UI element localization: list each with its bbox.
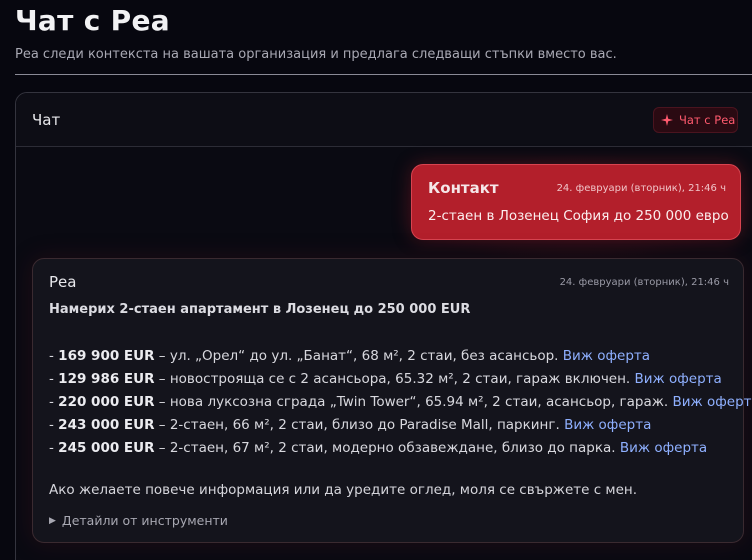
view-offer-link[interactable]: Виж оферта	[563, 348, 650, 364]
offer-bullet: -	[49, 371, 59, 387]
offer-price: 243 000 EUR	[58, 417, 155, 433]
list-item: - 169 900 EUR – ул. „Орел“ до ул. „Банат…	[49, 345, 752, 368]
list-item: - 243 000 EUR – 2-стаен, 66 м², 2 стаи, …	[49, 414, 752, 437]
offer-price: 220 000 EUR	[58, 394, 155, 410]
offer-description: – 2-стаен, 67 м², 2 стаи, модерно обзаве…	[154, 440, 620, 456]
view-offer-link[interactable]: Виж оферта	[620, 440, 707, 456]
offer-description: – ул. „Орел“ до ул. „Банат“, 68 м², 2 ст…	[154, 348, 563, 364]
view-offer-link[interactable]: Виж оферта	[673, 394, 752, 410]
rea-timestamp: 24. февруари (вторник), 21:46 ч	[559, 277, 729, 288]
badge-label: Чат с Реа	[679, 113, 736, 127]
rea-message: Реа 24. февруари (вторник), 21:46 ч Наме…	[32, 258, 752, 543]
tool-details-toggle[interactable]: ▶ Детайли от инструменти	[49, 513, 228, 528]
contact-timestamp: 24. февруари (вторник), 21:46 ч	[556, 183, 726, 194]
contact-message: Контакт 24. февруари (вторник), 21:46 ч …	[411, 164, 741, 240]
rea-closing-text: Ако желаете повече информация или да уре…	[49, 482, 638, 498]
view-offer-link[interactable]: Виж оферта	[564, 417, 651, 433]
list-item: - 220 000 EUR – нова луксозна сграда „Tw…	[49, 391, 752, 414]
offer-bullet: -	[49, 348, 59, 364]
offer-price: 245 000 EUR	[58, 440, 155, 456]
rea-heading: Намерих 2-стаен апартамент в Лозенец до …	[49, 302, 471, 317]
offer-price: 169 900 EUR	[58, 348, 155, 364]
chat-header: Чат Чат с Реа	[16, 93, 752, 147]
triangle-right-icon: ▶	[49, 515, 56, 526]
contact-sender: Контакт	[428, 179, 499, 197]
list-item: - 245 000 EUR – 2-стаен, 67 м², 2 стаи, …	[49, 437, 752, 460]
chat-panel: Чат Чат с Реа Контакт 24. февруари (втор…	[15, 92, 752, 560]
offer-price: 129 986 EUR	[58, 371, 155, 387]
offer-description: – новостроящa се с 2 асансьора, 65.32 м²…	[154, 371, 635, 387]
offer-bullet: -	[49, 440, 59, 456]
offer-description: – 2-стаен, 66 м², 2 стаи, близо до Parad…	[154, 417, 565, 433]
sparkle-icon	[661, 114, 673, 126]
offer-bullet: -	[49, 394, 59, 410]
header-divider	[15, 74, 752, 75]
list-item: - 129 986 EUR – новостроящa се с 2 асанс…	[49, 368, 752, 391]
chat-header-title: Чат	[32, 111, 61, 129]
tool-details-label: Детайли от инструменти	[61, 513, 228, 528]
view-offer-link[interactable]: Виж оферта	[635, 371, 722, 387]
page-title: Чат с Реа	[15, 4, 170, 37]
offer-bullet: -	[49, 417, 59, 433]
offer-description: – нова луксозна сграда „Twin Tower“, 65.…	[154, 394, 673, 410]
rea-sender: Реа	[49, 273, 77, 291]
contact-text: 2-стаен в Лозенец София до 250 000 евро	[428, 208, 729, 224]
offer-list: - 169 900 EUR – ул. „Орел“ до ул. „Банат…	[49, 345, 752, 460]
rea-chat-badge[interactable]: Чат с Реа	[653, 107, 738, 133]
page-subtitle: Реа следи контекста на вашата организаци…	[15, 47, 617, 62]
